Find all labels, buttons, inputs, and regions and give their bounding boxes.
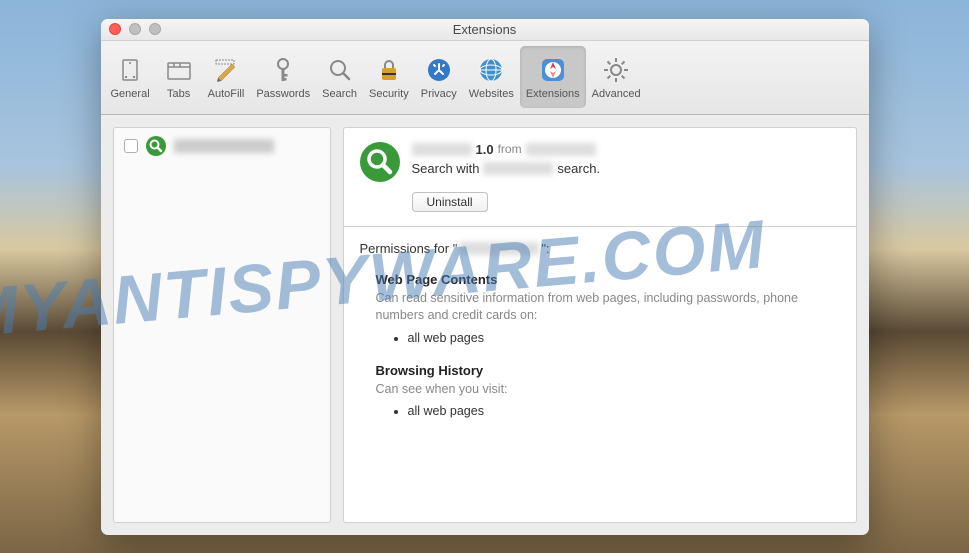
extension-enable-checkbox[interactable] xyxy=(124,139,138,153)
toolbar: General Tabs AutoFill Passwords xyxy=(101,41,869,115)
permission-section: Web Page Contents Can read sensitive inf… xyxy=(376,272,840,345)
tab-passwords[interactable]: Passwords xyxy=(250,46,316,108)
header-text: 1.0 from Search with search. Uninstall xyxy=(412,142,840,212)
titlebar: Extensions xyxy=(101,19,869,41)
tab-extensions[interactable]: Extensions xyxy=(520,46,586,108)
permission-item: all web pages xyxy=(408,404,840,418)
perm-title-prefix: Permissions for " xyxy=(360,241,458,256)
toolbar-label: General xyxy=(111,88,150,100)
advanced-icon xyxy=(601,55,631,85)
permission-item: all web pages xyxy=(408,331,840,345)
tab-tabs[interactable]: Tabs xyxy=(156,46,202,108)
extension-icon xyxy=(146,136,166,156)
toolbar-label: AutoFill xyxy=(208,88,245,100)
tab-autofill[interactable]: AutoFill xyxy=(202,46,251,108)
toolbar-label: Privacy xyxy=(421,88,457,100)
toolbar-label: Passwords xyxy=(256,88,310,100)
minimize-button[interactable] xyxy=(129,23,141,35)
permission-list: all web pages xyxy=(408,404,840,418)
desc-prefix: Search with xyxy=(412,161,480,176)
extensions-icon xyxy=(538,55,568,85)
extension-list-item[interactable] xyxy=(114,128,330,164)
extension-name-redacted xyxy=(459,242,539,255)
passwords-icon xyxy=(268,55,298,85)
tab-websites[interactable]: Websites xyxy=(463,46,520,108)
desc-suffix: search. xyxy=(557,161,600,176)
extension-title-line: 1.0 from xyxy=(412,142,840,157)
search-icon xyxy=(325,55,355,85)
privacy-icon xyxy=(424,55,454,85)
traffic-lights xyxy=(109,23,161,35)
tab-search[interactable]: Search xyxy=(316,46,363,108)
permissions-panel: Permissions for " ": Web Page Contents C… xyxy=(344,227,856,451)
uninstall-button[interactable]: Uninstall xyxy=(412,192,488,212)
extension-version: 1.0 xyxy=(476,142,494,157)
perm-title-suffix: ": xyxy=(541,241,549,256)
content-area: 1.0 from Search with search. Uninstall P… xyxy=(101,115,869,535)
extension-details: 1.0 from Search with search. Uninstall P… xyxy=(343,127,857,523)
toolbar-label: Security xyxy=(369,88,409,100)
toolbar-label: Search xyxy=(322,88,357,100)
permission-description: Can see when you visit: xyxy=(376,381,840,399)
permission-heading: Browsing History xyxy=(376,363,840,378)
tab-general[interactable]: General xyxy=(105,46,156,108)
from-label: from xyxy=(498,142,522,156)
tab-privacy[interactable]: Privacy xyxy=(415,46,463,108)
autofill-icon xyxy=(211,55,241,85)
permission-section: Browsing History Can see when you visit:… xyxy=(376,363,840,419)
toolbar-label: Extensions xyxy=(526,88,580,100)
permissions-title: Permissions for " ": xyxy=(360,241,840,256)
details-header: 1.0 from Search with search. Uninstall xyxy=(344,128,856,227)
extension-name-redacted xyxy=(412,143,472,156)
extension-name-redacted xyxy=(174,139,274,153)
zoom-button[interactable] xyxy=(149,23,161,35)
websites-icon xyxy=(476,55,506,85)
extension-author-redacted xyxy=(526,143,596,156)
permission-heading: Web Page Contents xyxy=(376,272,840,287)
window-title: Extensions xyxy=(453,22,517,37)
close-button[interactable] xyxy=(109,23,121,35)
preferences-window: Extensions General Tabs AutoFill xyxy=(101,19,869,535)
toolbar-label: Advanced xyxy=(592,88,641,100)
general-icon xyxy=(115,55,145,85)
tab-advanced[interactable]: Advanced xyxy=(586,46,647,108)
extension-icon-large xyxy=(360,142,400,182)
security-icon xyxy=(374,55,404,85)
tab-security[interactable]: Security xyxy=(363,46,415,108)
extension-name-redacted xyxy=(483,162,553,175)
toolbar-label: Websites xyxy=(469,88,514,100)
tabs-icon xyxy=(164,55,194,85)
toolbar-label: Tabs xyxy=(167,88,190,100)
permission-description: Can read sensitive information from web … xyxy=(376,290,840,325)
extension-description-line: Search with search. xyxy=(412,161,840,176)
extensions-sidebar xyxy=(113,127,331,523)
permission-list: all web pages xyxy=(408,331,840,345)
